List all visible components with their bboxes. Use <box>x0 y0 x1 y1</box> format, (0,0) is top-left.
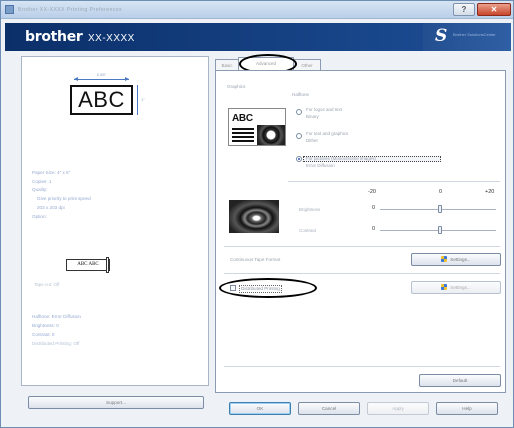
cut-note: Tape cut: Off <box>34 282 60 287</box>
image-preview <box>229 200 279 233</box>
settings-button-label: Settings... <box>450 285 471 290</box>
graphics-icon-text: ABC <box>232 113 253 124</box>
tape-edge-icon <box>106 257 109 273</box>
halftone-option-binary: For logos and text Binary <box>306 107 342 120</box>
separator <box>224 273 500 274</box>
distributed-settings-button[interactable]: Settings... <box>411 281 501 294</box>
preview-sample-text: ABC <box>70 85 133 115</box>
summary-line: Paper Size: 4" x 6" <box>32 170 71 175</box>
cancel-button[interactable]: Cancel <box>298 402 360 415</box>
shield-icon <box>441 256 448 262</box>
graphics-label: Graphics <box>227 84 246 89</box>
title-bar: Brother XX-XXXX Printing Preferences ? ✕ <box>1 1 513 19</box>
summary-list-advanced: Halftone: Error Diffusion Brightness: 0 … <box>32 312 202 348</box>
contrast-value: 0 <box>372 226 376 232</box>
solutions-center-link[interactable]: S Brother SolutionsCenter <box>423 23 511 51</box>
halftone-radio-error-diffusion[interactable] <box>296 156 302 162</box>
brightness-label: Brightness <box>299 207 321 212</box>
halftone-option-dither: For text and graphics Dither <box>306 131 348 144</box>
brightness-value: 0 <box>372 205 376 211</box>
width-arrow-icon <box>74 77 129 81</box>
window-title: Brother XX-XXXX Printing Preferences <box>18 7 123 13</box>
radio-sublabel: Dither <box>306 137 319 143</box>
summary-line: Option: <box>32 213 47 219</box>
label-preview: 0.85" ABC 1" <box>52 69 145 125</box>
scale-max: +20 <box>485 189 495 195</box>
printing-preferences-window: Brother XX-XXXX Printing Preferences ? ✕… <box>0 0 514 428</box>
separator <box>224 366 500 367</box>
summary-line: 203 x 203 dpi <box>37 204 65 210</box>
contrast-label: Contrast <box>299 228 317 233</box>
radio-sublabel: Error Diffusion <box>306 162 335 168</box>
continuous-tape-format-label: Continuous Tape Format <box>230 257 281 262</box>
close-button[interactable]: ✕ <box>477 3 511 16</box>
radio-sublabel: Binary <box>306 113 319 119</box>
separator <box>288 181 500 182</box>
summary-line: Brightness: 0 <box>32 323 59 328</box>
halftone-option-error-diffusion: For pictures (Monochrome images) Error D… <box>306 156 376 169</box>
settings-button-label: Settings... <box>450 257 471 262</box>
default-button[interactable]: Default <box>419 374 501 387</box>
continuous-tape-settings-button[interactable]: Settings... <box>411 253 501 266</box>
shield-icon <box>441 284 448 290</box>
help-button[interactable]: ? <box>453 3 475 16</box>
summary-line: Distributed Printing: Off <box>32 341 80 346</box>
printer-icon <box>5 5 14 14</box>
solutions-center-label: Brother SolutionsCenter <box>453 32 496 37</box>
solutions-center-icon: S <box>435 26 448 46</box>
support-button[interactable]: Support... <box>28 396 204 409</box>
contrast-slider-thumb[interactable] <box>438 226 442 234</box>
cut-sample-text: ABC ABC <box>66 259 110 271</box>
halftone-radio-dither[interactable] <box>296 133 302 139</box>
distributed-printing-highlight-oval <box>219 278 317 298</box>
scale-mid: 0 <box>439 189 443 195</box>
preview-width-label: 0.85" <box>96 72 107 77</box>
height-arrow-icon <box>137 85 138 115</box>
summary-line: Give priority to print speed <box>37 196 91 202</box>
summary-line: Halftone: Error Diffusion <box>32 314 81 319</box>
halftone-radio-binary[interactable] <box>296 109 302 115</box>
radio-label: For pictures (Monochrome images) <box>306 156 377 161</box>
summary-line: Quality: <box>32 187 48 193</box>
settings-summary-panel: 0.85" ABC 1" Paper Size: 4" x 6" Copies:… <box>21 56 209 386</box>
scale-min: -20 <box>368 189 376 195</box>
separator <box>224 246 500 247</box>
brother-banner: brother XX-XXXX S Brother SolutionsCente… <box>5 23 511 51</box>
radio-label: For text and graphics <box>306 131 349 136</box>
radio-label: For logos and text <box>306 107 343 112</box>
halftone-label: Halftone <box>292 92 310 97</box>
brightness-slider-thumb[interactable] <box>438 205 442 213</box>
model-name: XX-XXXX <box>88 33 135 44</box>
help-footer-button[interactable]: Help <box>436 402 498 415</box>
summary-line: Contrast: 0 <box>32 332 55 337</box>
summary-list: Paper Size: 4" x 6" Copies: 1 Quality: G… <box>32 169 202 221</box>
preview-height-label: 1" <box>141 97 145 102</box>
tape-cut-illustration: ABC ABC <box>66 257 112 273</box>
graphics-icon: ABC <box>228 108 286 146</box>
flower-image-icon <box>257 125 285 145</box>
advanced-tab-pane: Graphics Halftone ABC For logos and text… <box>215 70 506 393</box>
text-lines-icon <box>232 128 254 142</box>
summary-line: Copies: 1 <box>32 178 52 184</box>
apply-button[interactable]: Apply <box>367 402 429 415</box>
ok-button[interactable]: OK <box>229 402 291 415</box>
brand-logo: brother <box>25 29 83 45</box>
